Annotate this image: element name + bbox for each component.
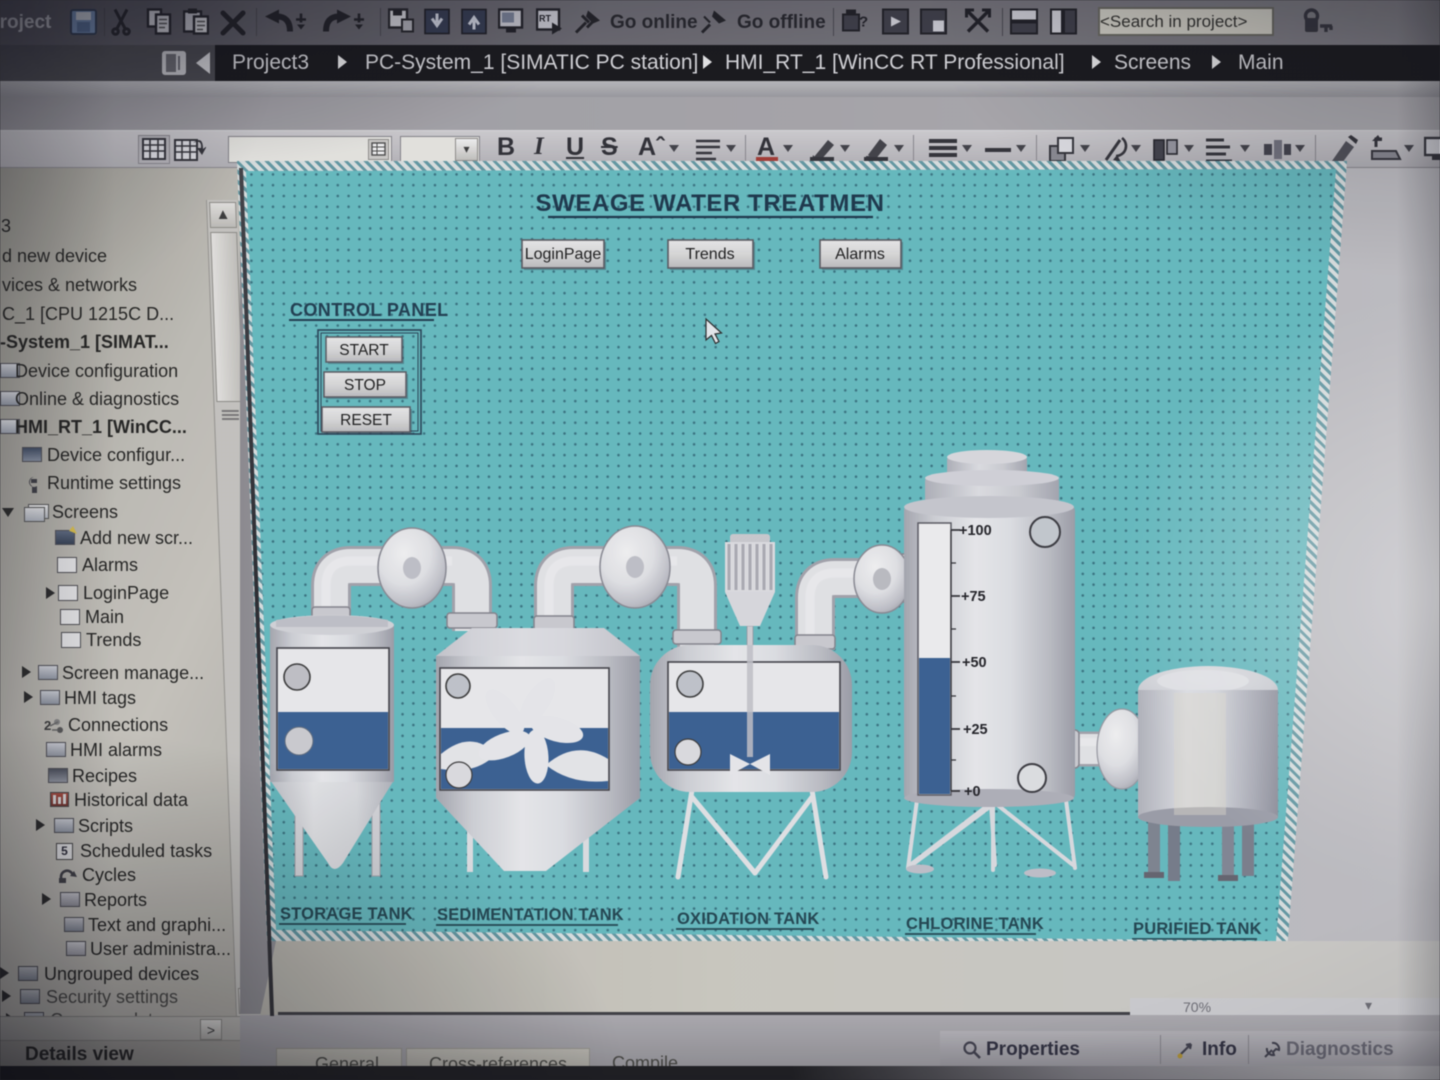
svg-text:RT: RT (539, 14, 551, 24)
svg-text:+50: +50 (962, 655, 987, 671)
svg-text:CONTROL PANEL: CONTROL PANEL (290, 300, 449, 320)
svg-text:Trends: Trends (685, 246, 734, 263)
svg-text:+25: +25 (963, 722, 988, 738)
svg-text:+75: +75 (961, 589, 986, 605)
svg-text:OXIDATION TANK: OXIDATION TANK (677, 910, 819, 928)
svg-text:Alarms: Alarms (835, 246, 885, 263)
svg-text:START: START (339, 342, 389, 359)
svg-text:?: ? (859, 14, 868, 31)
svg-text:+0: +0 (964, 784, 981, 800)
svg-text:STORAGE TANK: STORAGE TANK (280, 905, 413, 923)
svg-text:+100: +100 (959, 523, 992, 539)
svg-text:SWEAGE WATER TREATMEN: SWEAGE WATER TREATMEN (535, 190, 884, 217)
svg-text:RESET: RESET (340, 412, 392, 429)
svg-text:STOP: STOP (344, 377, 386, 394)
svg-text:PURIFIED TANK: PURIFIED TANK (1133, 920, 1262, 938)
svg-text:CHLORINE TANK: CHLORINE TANK (906, 915, 1044, 933)
svg-text:SEDIMENTATION TANK: SEDIMENTATION TANK (437, 906, 624, 924)
svg-text:LoginPage: LoginPage (525, 246, 602, 263)
